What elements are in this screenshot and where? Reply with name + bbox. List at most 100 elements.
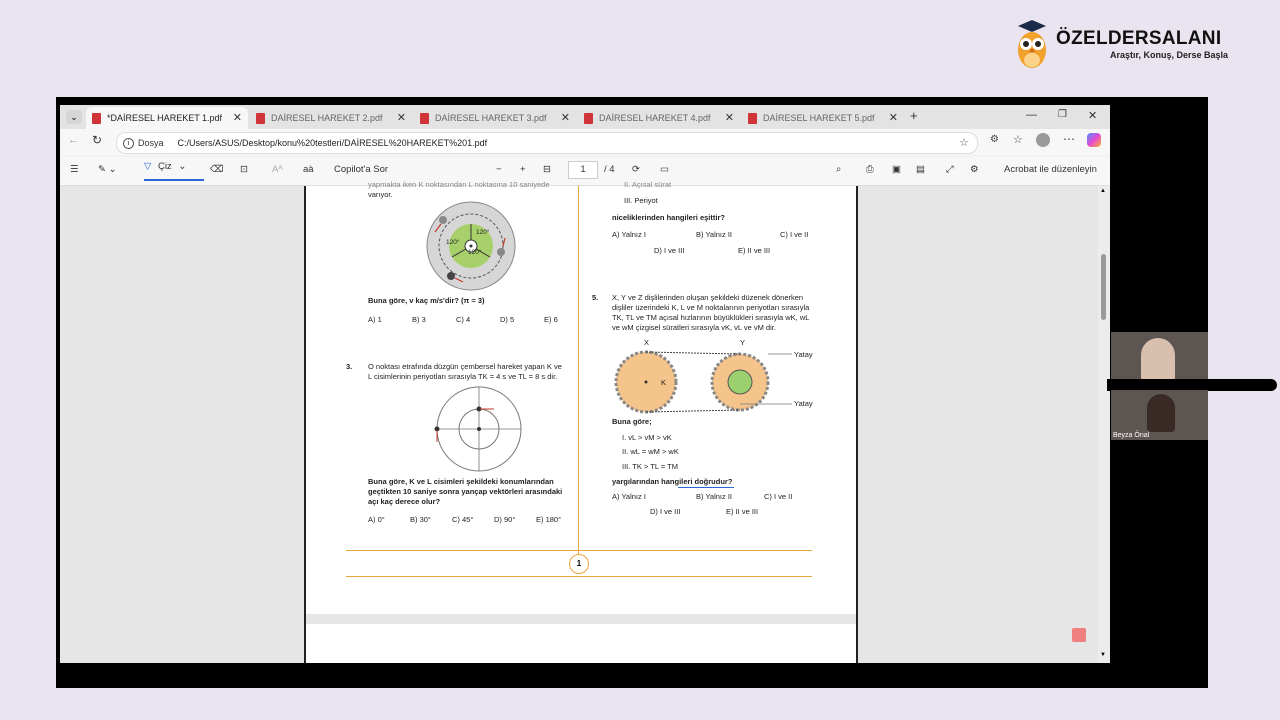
q5-prompt: yargılarından hangileri doğrudur?	[612, 477, 733, 486]
fit-page-icon[interactable]: ⊟	[543, 164, 551, 175]
fullscreen-icon[interactable]: ⤢	[946, 164, 954, 175]
close-tab-icon[interactable]: ✕	[233, 111, 242, 124]
q2-intro-line1: yapmakta iken K noktasından L noktasına …	[368, 180, 550, 189]
save-icon[interactable]: ▣	[892, 164, 901, 175]
q2-circle-diagram	[426, 201, 516, 291]
pdf-toolbar: ☰ ✎ ⌄ ▽ Çiz ⌄ ⌫ ⊡ Aᴬ aà Copilot'a Sor − …	[60, 157, 1110, 186]
q4-prompt: niceliklerinden hangileri eşittir?	[612, 213, 725, 222]
draw-label: Çiz	[157, 161, 172, 172]
tab-3[interactable]: DAİRESEL HAREKET 3.pdf ✕	[414, 107, 576, 129]
acrobat-edit-button[interactable]: Acrobat ile düzenleyin	[1004, 164, 1097, 175]
url-scheme: Dosya	[138, 138, 164, 148]
extensions-icon[interactable]: ⚙	[990, 134, 999, 145]
read-aloud-icon[interactable]: aà	[303, 164, 314, 175]
url-field[interactable]: i Dosya C:/Users/ASUS/Desktop/konu%20tes…	[116, 132, 978, 154]
contents-icon[interactable]: ☰	[70, 164, 79, 175]
zoom-out-icon[interactable]: −	[496, 164, 502, 175]
gear-k-label: K	[661, 378, 667, 387]
footer-line-bottom	[346, 576, 812, 577]
rotate-icon[interactable]: ⟳	[632, 164, 640, 175]
tab-actions-icon[interactable]: ⌄	[66, 110, 82, 124]
address-bar: ← ↻ i Dosya C:/Users/ASUS/Desktop/konu%2…	[60, 129, 1110, 155]
restore-icon[interactable]: ❐	[1058, 109, 1067, 120]
page-number-input[interactable]: 1	[568, 161, 598, 179]
search-icon[interactable]: ⌕	[836, 164, 841, 175]
tab-label: DAİRESEL HAREKET 3.pdf	[435, 113, 547, 123]
q3-prompt-line1: Buna göre, K ve L cisimleri şekildeki ko…	[368, 477, 554, 486]
q4-choice-e: E) II ve III	[738, 246, 771, 255]
refresh-icon[interactable]: ↻	[92, 133, 102, 147]
footer-line-top	[346, 550, 812, 551]
settings-gear-icon[interactable]: ⚙	[970, 164, 979, 175]
q5-text-line2: dişliler üzerindeki K, L ve M noktaların…	[612, 303, 810, 312]
draw-icon: ▽	[144, 161, 152, 172]
brand-name: ÖZELDERSALANI	[1056, 28, 1222, 49]
more-menu-icon[interactable]: ⋯	[1063, 132, 1075, 146]
q3-choice-b: B) 30°	[410, 515, 431, 524]
q5-choice-e: E) II ve III	[726, 507, 759, 516]
q2-choice-b: B) 3	[412, 315, 426, 324]
tab-label: DAİRESEL HAREKET 5.pdf	[763, 113, 875, 123]
draw-button[interactable]: ▽ Çiz ⌄	[144, 161, 204, 181]
q5-text-line1: X, Y ve Z dişlilerinden oluşan şekildeki…	[612, 293, 804, 302]
new-tab-icon[interactable]: +	[910, 108, 918, 123]
q4-choice-b: B) Yalnız II	[696, 230, 732, 239]
q4-choice-c: C) I ve II	[780, 230, 809, 239]
copilot-icon[interactable]	[1087, 133, 1101, 147]
highlight-icon[interactable]: ✎ ⌄	[98, 164, 117, 175]
close-window-icon[interactable]: ✕	[1088, 109, 1097, 122]
close-tab-icon[interactable]: ✕	[725, 111, 734, 124]
q2-choice-d: D) 5	[500, 315, 515, 324]
pdf-viewer: yapmakta iken K noktasından L noktasına …	[60, 180, 1110, 663]
q2-intro-line2: varıyor.	[368, 190, 393, 199]
scrollbar-thumb[interactable]	[1101, 254, 1106, 320]
tab-1[interactable]: *DAİRESEL HAREKET 1.pdf ✕	[86, 107, 248, 129]
scroll-down-icon[interactable]: ▼	[1100, 652, 1106, 658]
pdf-icon	[92, 112, 101, 124]
q4-choice-d: D) I ve III	[654, 246, 685, 255]
handwritten-underline	[678, 487, 734, 488]
close-tab-icon[interactable]: ✕	[561, 111, 570, 124]
q5-choice-a: A) Yalnız I	[612, 492, 646, 501]
q5-prompt-intro: Buna göre;	[612, 417, 652, 426]
q2-choice-a: A) 1	[368, 315, 382, 324]
horizontal-label-top: Yatay	[794, 350, 813, 359]
q3-choice-c: C) 45°	[452, 515, 474, 524]
pdf-icon	[256, 112, 265, 124]
url-text: C:/Users/ASUS/Desktop/konu%20testleri/DA…	[177, 138, 488, 148]
participant-avatar	[1147, 394, 1175, 432]
q5-statement-1: I. vL > vM > vK	[622, 433, 672, 442]
eraser-icon[interactable]: ⌫	[210, 164, 223, 175]
acrobat-icon[interactable]	[1072, 628, 1086, 642]
favorites-icon[interactable]: ☆	[1013, 133, 1023, 146]
participant-avatar	[1141, 338, 1175, 382]
tab-5[interactable]: DAİRESEL HAREKET 5.pdf ✕	[742, 107, 904, 129]
vertical-scrollbar[interactable]: ▲ ▼	[1098, 186, 1110, 663]
minimize-icon[interactable]: —	[1026, 109, 1037, 121]
close-tab-icon[interactable]: ✕	[889, 111, 898, 124]
q5-statement-3: III. TK > TL = TM	[622, 462, 678, 471]
participant-video-2[interactable]: Beyza Önal	[1111, 390, 1208, 440]
q5-choice-b: B) Yalnız II	[696, 492, 732, 501]
font-size-icon[interactable]: Aᴬ	[272, 164, 283, 175]
horizontal-label-bottom: Yatay	[794, 399, 813, 408]
favorite-star-icon[interactable]: ☆	[959, 136, 969, 149]
text-box-icon[interactable]: ⊡	[240, 164, 248, 175]
tab-2[interactable]: DAİRESEL HAREKET 2.pdf ✕	[250, 107, 412, 129]
page-total: / 4	[604, 164, 615, 175]
back-icon[interactable]: ←	[68, 134, 79, 146]
copilot-ask-button[interactable]: Copilot'a Sor	[334, 164, 388, 175]
scroll-up-icon[interactable]: ▲	[1100, 188, 1106, 194]
page-view-icon[interactable]: ▭	[660, 164, 669, 175]
pdf-page: yapmakta iken K noktasından L noktasına …	[304, 180, 858, 663]
zoom-in-icon[interactable]: +	[520, 164, 526, 175]
q5-text-line3: TK, TL ve TM açısal hızlarının büyüklükl…	[612, 313, 810, 322]
close-tab-icon[interactable]: ✕	[397, 111, 406, 124]
tab-label: *DAİRESEL HAREKET 1.pdf	[107, 113, 223, 123]
profile-avatar[interactable]	[1036, 133, 1050, 147]
participant-video-1[interactable]	[1111, 332, 1208, 382]
print-icon[interactable]: ⎙	[866, 164, 874, 175]
pdf-icon	[584, 112, 593, 124]
save-as-icon[interactable]: ▤	[916, 164, 925, 175]
tab-4[interactable]: DAİRESEL HAREKET 4.pdf ✕	[578, 107, 740, 129]
